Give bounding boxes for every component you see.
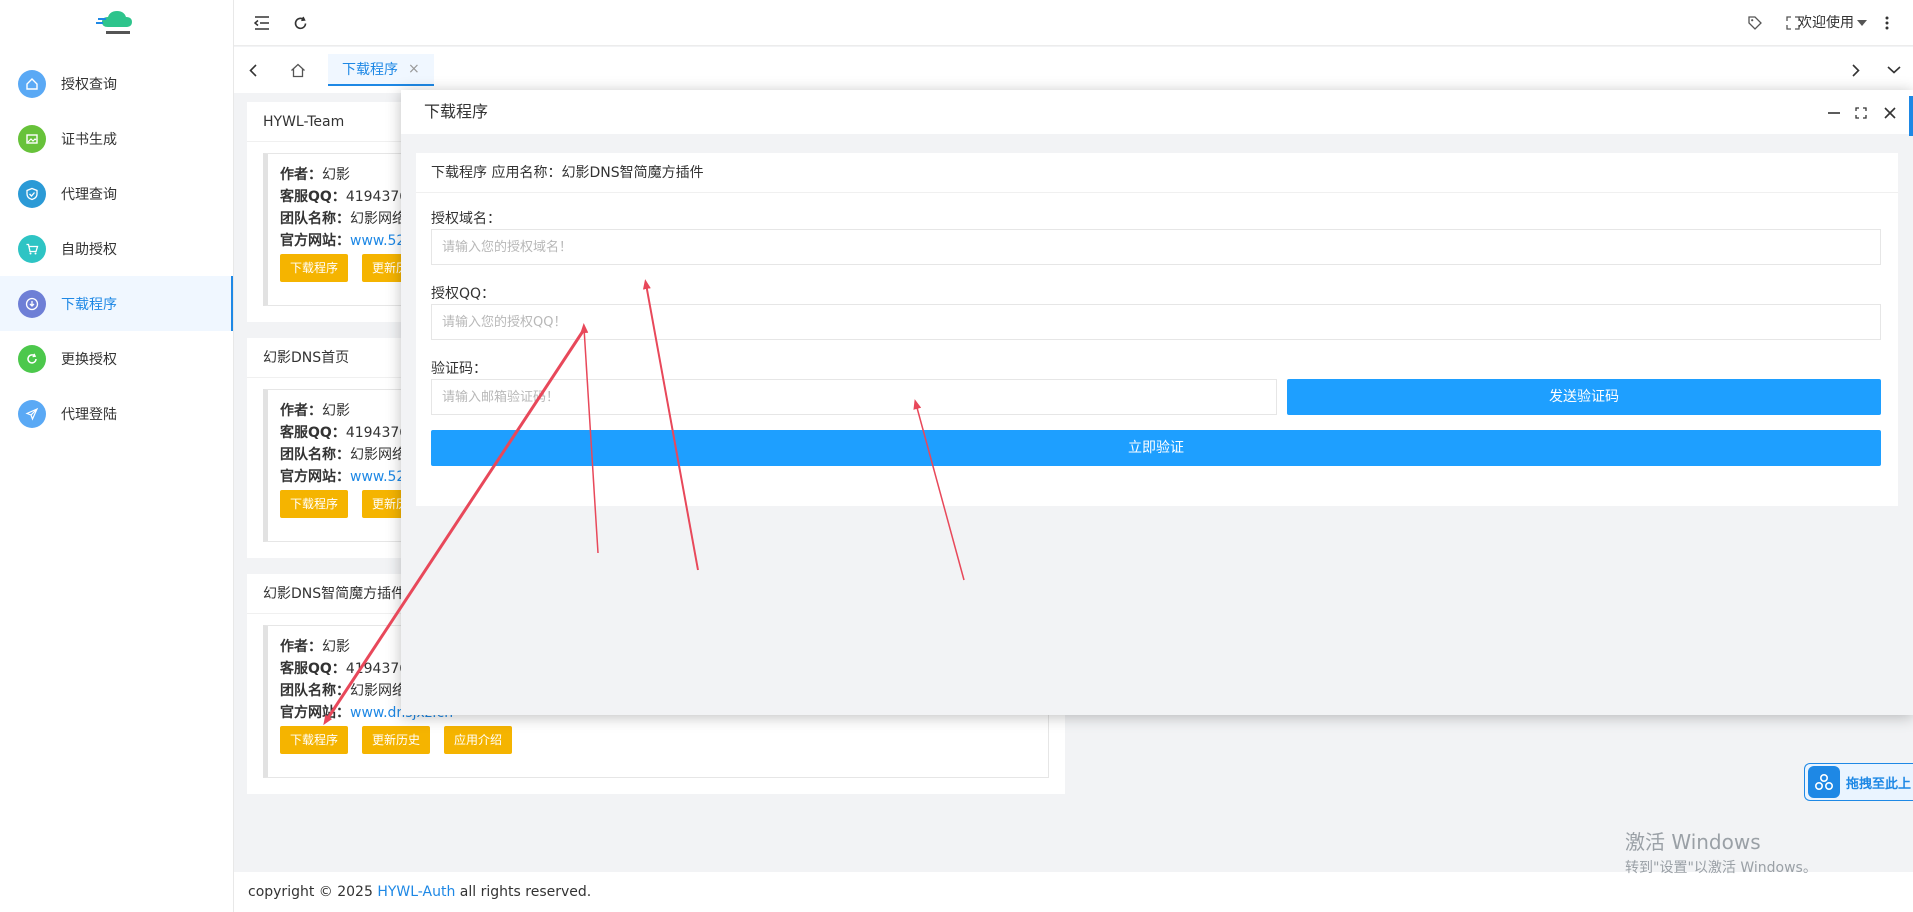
send-icon (18, 399, 46, 428)
sidebar-item-change-auth[interactable]: 更换授权 (0, 331, 233, 386)
form-title: 下载程序 应用名称：幻影DNS智简魔方插件 (416, 153, 1898, 193)
verify-button[interactable]: 立即验证 (431, 430, 1881, 466)
minimize-icon[interactable] (1823, 102, 1845, 124)
domain-label: 授权域名： (431, 211, 501, 227)
drag-drop-widget[interactable]: 拖拽至此上 (1804, 763, 1913, 801)
sidebar-item-label: 代理登陆 (61, 406, 117, 423)
sidebar-item-label: 下载程序 (61, 296, 117, 313)
sidebar-item-cert-gen[interactable]: 证书生成 (0, 111, 233, 166)
widget-label: 拖拽至此上 (1846, 776, 1912, 792)
edge-tab[interactable] (1909, 96, 1913, 136)
close-icon[interactable]: × (408, 61, 420, 77)
sidebar-item-label: 更换授权 (61, 351, 117, 368)
history-button[interactable]: 更新历史 (362, 726, 431, 754)
sidebar-item-auth-query[interactable]: 授权查询 (0, 56, 233, 111)
chevron-right-icon[interactable] (1843, 57, 1869, 83)
cart-icon (18, 234, 46, 263)
cloud-logo-icon (95, 11, 132, 34)
intro-button[interactable]: 应用介绍 (444, 726, 513, 754)
watermark-subtitle: 转到"设置"以激活 Windows。 (1625, 860, 1817, 876)
sidebar-item-label: 证书生成 (61, 131, 117, 148)
sidebar-item-agent-login[interactable]: 代理登陆 (0, 386, 233, 441)
tab-home[interactable] (276, 54, 320, 86)
tag-icon[interactable] (1743, 11, 1767, 35)
card-actions: 下载程序 更新历史 应用介绍 (280, 726, 1036, 754)
download-button[interactable]: 下载程序 (280, 726, 349, 754)
more-vertical-icon[interactable] (1875, 11, 1899, 35)
send-code-button[interactable]: 发送验证码 (1287, 379, 1881, 415)
chevron-down-icon[interactable] (1881, 57, 1907, 83)
image-icon (18, 124, 46, 153)
sidebar-item-label: 代理查询 (61, 186, 117, 203)
watermark-title: 激活 Windows (1625, 830, 1761, 854)
tab-bar: 下载程序 × (234, 47, 1913, 93)
modal-title: 下载程序 (424, 102, 489, 121)
footer-prefix: copyright © 2025 (248, 884, 378, 900)
sidebar-item-self-auth[interactable]: 自助授权 (0, 221, 233, 276)
download-modal: 下载程序 下载程序 应用名称：幻影DNS智简魔方插件 授权域名： 授权QQ： 验… (401, 90, 1913, 715)
sidebar-item-download[interactable]: 下载程序 (0, 276, 233, 331)
qq-input[interactable] (431, 304, 1881, 340)
modal-header: 下载程序 (401, 90, 1913, 134)
site-link[interactable]: www.52 (350, 233, 405, 249)
tab-label: 下载程序 (342, 62, 398, 78)
code-input[interactable] (431, 379, 1277, 415)
sidebar-item-label: 授权查询 (61, 76, 117, 93)
footer: copyright © 2025 HYWL-Auth all rights re… (234, 872, 1913, 912)
sidebar-item-agent-query[interactable]: 代理查询 (0, 166, 233, 221)
maximize-icon[interactable] (1850, 102, 1872, 124)
footer-suffix: all rights reserved. (455, 884, 592, 900)
windows-activation-watermark: 激活 Windows 转到"设置"以激活 Windows。 (1625, 826, 1817, 877)
cloud-icon (1808, 766, 1840, 798)
sidebar: 授权查询 证书生成 代理查询 自助授权 下载程序 更换授权 代理登陆 (0, 0, 234, 912)
menu-fold-icon[interactable] (250, 11, 274, 35)
sidebar-item-label: 自助授权 (61, 241, 117, 258)
logo (0, 0, 233, 46)
site-link[interactable]: www.52 (350, 469, 405, 485)
home-icon (18, 69, 46, 98)
footer-brand-link[interactable]: HYWL-Auth (377, 884, 455, 900)
refresh-icon (18, 344, 46, 373)
download-button[interactable]: 下载程序 (280, 490, 349, 518)
code-label: 验证码： (431, 361, 487, 377)
sidebar-nav: 授权查询 证书生成 代理查询 自助授权 下载程序 更换授权 代理登陆 (0, 56, 233, 441)
user-menu[interactable]: 欢迎使用 (1798, 12, 1867, 32)
refresh-icon[interactable] (288, 11, 312, 35)
top-header: 欢迎使用 (234, 0, 1913, 46)
domain-input[interactable] (431, 229, 1881, 265)
qq-label: 授权QQ： (431, 286, 496, 302)
tab-download[interactable]: 下载程序 × (328, 54, 434, 86)
download-icon (18, 289, 46, 318)
chevron-left-icon[interactable] (240, 57, 266, 83)
download-button[interactable]: 下载程序 (280, 254, 349, 282)
verify-form: 下载程序 应用名称：幻影DNS智简魔方插件 授权域名： 授权QQ： 验证码： 发… (416, 153, 1898, 506)
close-icon[interactable] (1879, 102, 1901, 124)
home-icon (291, 63, 305, 77)
shield-icon (18, 179, 46, 208)
